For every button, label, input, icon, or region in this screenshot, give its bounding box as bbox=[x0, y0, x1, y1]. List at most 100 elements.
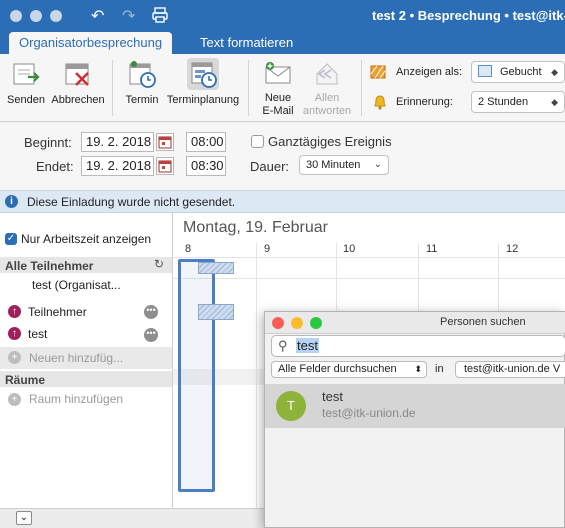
search-result-row[interactable]: T test test@itk-union.de bbox=[265, 384, 565, 428]
popup-zoom-button[interactable] bbox=[310, 317, 322, 329]
new-email-icon bbox=[262, 58, 294, 90]
all-attendees-header: Alle Teilnehmer ↻ bbox=[0, 257, 172, 273]
scheduling-label: Terminplanung bbox=[166, 94, 240, 106]
add-attendee-row[interactable]: + Neuen hinzufüg... bbox=[0, 347, 172, 369]
print-icon[interactable] bbox=[151, 6, 169, 29]
new-email-label-1: Neue bbox=[264, 92, 292, 104]
search-icon: ⚲ bbox=[278, 338, 288, 353]
duration-value: 30 Minuten bbox=[306, 159, 361, 171]
reminder-bell-icon bbox=[372, 94, 388, 113]
attendee-name: test bbox=[28, 327, 48, 341]
close-window-button[interactable] bbox=[10, 10, 22, 22]
title-bar: ↶ ↷ test 2 • Besprechung • test@itk- bbox=[0, 0, 565, 32]
add-attendee-placeholder: Neuen hinzufüg... bbox=[29, 351, 124, 365]
tab-organisatorbesprechung[interactable]: Organisatorbesprechung bbox=[9, 32, 173, 54]
chevron-down-icon: ⌄ bbox=[373, 159, 382, 170]
hour-label: 11 bbox=[426, 243, 438, 255]
ribbon: Senden Abbrechen Termin Terminplanung Ne… bbox=[0, 54, 565, 122]
chevron-updown-icon: ◆ bbox=[551, 97, 558, 107]
search-field-value: Alle Felder durchsuchen bbox=[278, 363, 397, 375]
reminder-value: 2 Stunden bbox=[478, 96, 529, 108]
duration-label: Dauer: bbox=[250, 159, 290, 174]
rooms-label: Räume bbox=[5, 373, 46, 387]
start-date-field[interactable]: 19. 2. 2018 bbox=[81, 132, 154, 152]
ribbon-tabs: Organisatorbesprechung Text formatieren bbox=[0, 32, 565, 54]
attendee-row[interactable]: ↑ test ••• bbox=[0, 326, 172, 344]
all-day-checkbox[interactable] bbox=[251, 135, 264, 148]
start-time-field[interactable]: 08:00 bbox=[186, 132, 226, 152]
people-search-input[interactable]: ⚲ test bbox=[271, 335, 565, 357]
info-message: Diese Einladung wurde nicht gesendet. bbox=[27, 195, 236, 209]
send-label: Senden bbox=[7, 94, 45, 106]
minimize-window-button[interactable] bbox=[30, 10, 42, 22]
reply-all-icon bbox=[311, 58, 343, 90]
reply-all-label-2: antworten bbox=[302, 105, 352, 117]
date-time-section: Beginnt: 19. 2. 2018 08:00 Ganztägiges E… bbox=[0, 123, 565, 191]
end-label: Endet: bbox=[36, 159, 74, 174]
start-calendar-icon[interactable] bbox=[156, 133, 174, 151]
end-calendar-icon[interactable] bbox=[156, 157, 174, 175]
end-time-field[interactable]: 08:30 bbox=[186, 156, 226, 176]
hour-label: 8 bbox=[185, 243, 192, 255]
more-options-icon[interactable]: ••• bbox=[144, 305, 158, 319]
busy-block bbox=[198, 262, 234, 274]
working-hours-label: Nur Arbeitszeit anzeigen bbox=[21, 232, 152, 246]
new-email-button[interactable]: Neue E-Mail bbox=[258, 58, 298, 118]
undo-icon[interactable]: ↶ bbox=[91, 6, 104, 26]
scheduling-icon bbox=[187, 58, 219, 90]
duration-select[interactable]: 30 Minuten ⌄ bbox=[299, 155, 389, 175]
busy-block bbox=[198, 304, 234, 320]
expand-chevron-icon[interactable]: ⌄ bbox=[16, 511, 32, 525]
attendee-name: Teilnehmer bbox=[28, 305, 87, 319]
show-as-icon bbox=[370, 64, 386, 83]
result-name: test bbox=[322, 389, 343, 404]
chevron-updown-icon: ◆ bbox=[551, 67, 558, 77]
meeting-selection[interactable] bbox=[178, 259, 215, 492]
in-label: in bbox=[435, 363, 444, 375]
info-bar: i Diese Einladung wurde nicht gesendet. bbox=[0, 191, 565, 213]
zoom-window-button[interactable] bbox=[50, 10, 62, 22]
day-title: Montag, 19. Februar bbox=[183, 219, 328, 236]
appointment-icon bbox=[126, 58, 158, 90]
show-as-label: Anzeigen als: bbox=[396, 66, 463, 78]
search-field-select[interactable]: Alle Felder durchsuchen ⬍ bbox=[271, 361, 427, 378]
account-select[interactable]: test@itk-union.de V bbox=[455, 361, 565, 378]
reply-all-label-1: Allen bbox=[314, 92, 340, 104]
scheduling-button[interactable]: Terminplanung bbox=[165, 58, 241, 106]
add-room-row[interactable]: + Raum hinzufügen bbox=[0, 391, 172, 409]
avatar: T bbox=[276, 391, 306, 421]
add-icon: + bbox=[8, 351, 21, 364]
working-hours-checkbox[interactable]: ✓ bbox=[5, 233, 17, 245]
send-button[interactable]: Senden bbox=[6, 58, 46, 106]
redo-icon[interactable]: ↷ bbox=[122, 6, 135, 26]
popup-minimize-button[interactable] bbox=[291, 317, 303, 329]
organizer-row: test (Organisat... bbox=[0, 277, 172, 295]
end-date-field[interactable]: 19. 2. 2018 bbox=[81, 156, 154, 176]
chevron-updown-icon: ⬍ bbox=[414, 364, 422, 374]
result-email: test@itk-union.de bbox=[322, 406, 416, 420]
attendee-row[interactable]: ↑ Teilnehmer ••• bbox=[0, 304, 172, 322]
busy-swatch bbox=[478, 65, 492, 77]
all-day-label: Ganztägiges Ereignis bbox=[268, 134, 392, 149]
refresh-icon[interactable]: ↻ bbox=[154, 257, 164, 271]
grid-divider bbox=[173, 257, 565, 258]
reminder-select[interactable]: 2 Stunden ◆ bbox=[471, 91, 565, 113]
ribbon-separator bbox=[248, 60, 249, 116]
cancel-calendar-icon bbox=[62, 58, 94, 90]
reply-all-button[interactable]: Allen antworten bbox=[302, 58, 352, 118]
tab-text-formatieren[interactable]: Text formatieren bbox=[190, 32, 303, 54]
search-value: test bbox=[296, 338, 319, 353]
organizer-name: test (Organisat... bbox=[32, 278, 121, 292]
appointment-label: Termin bbox=[125, 94, 159, 106]
show-as-select[interactable]: Gebucht ◆ bbox=[471, 61, 565, 83]
info-icon: i bbox=[5, 195, 18, 208]
people-search-window: Personen suchen ⚲ test Alle Felder durch… bbox=[264, 311, 565, 528]
popup-title: Personen suchen bbox=[440, 316, 526, 328]
more-options-icon[interactable]: ••• bbox=[144, 328, 158, 342]
working-hours-row: ✓ Nur Arbeitszeit anzeigen bbox=[0, 232, 172, 248]
window-title: test 2 • Besprechung • test@itk- bbox=[372, 8, 565, 23]
appointment-button[interactable]: Termin bbox=[122, 58, 162, 106]
popup-close-button[interactable] bbox=[272, 317, 284, 329]
all-attendees-label: Alle Teilnehmer bbox=[5, 259, 94, 273]
cancel-meeting-button[interactable]: Abbrechen bbox=[50, 58, 106, 106]
